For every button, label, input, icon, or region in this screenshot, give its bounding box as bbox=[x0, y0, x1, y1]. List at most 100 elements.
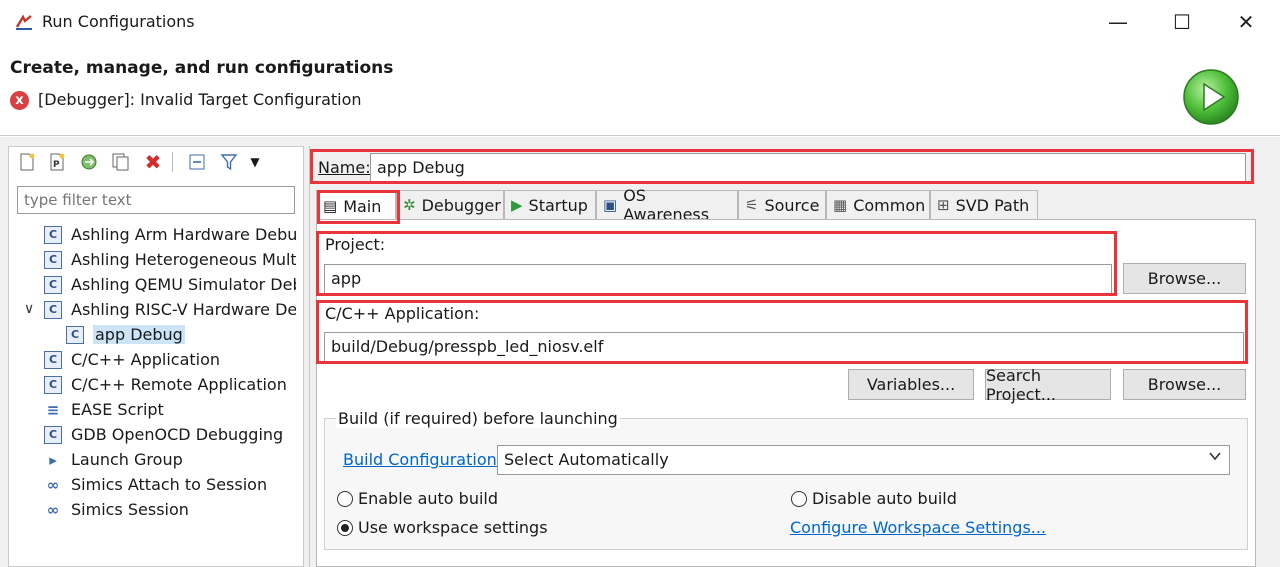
tree-item-gdb-openocd[interactable]: C GDB OpenOCD Debugging bbox=[44, 422, 296, 447]
use-workspace-settings-radio[interactable] bbox=[337, 520, 353, 536]
tree-item-label: Ashling Arm Hardware Debugg bbox=[71, 225, 296, 244]
tab-label: Source bbox=[764, 195, 820, 215]
filter-icon[interactable] bbox=[218, 151, 240, 173]
menu-chevron-icon[interactable]: ▼ bbox=[244, 151, 266, 173]
c-config-icon: C bbox=[44, 225, 62, 244]
delete-icon[interactable]: ✖ bbox=[142, 150, 164, 174]
c-config-icon: C bbox=[44, 275, 62, 294]
main-tab-icon: ▤ bbox=[323, 197, 338, 215]
common-tab-icon: ▦ bbox=[833, 196, 848, 214]
build-configuration-link[interactable]: Build Configuration: bbox=[343, 450, 502, 469]
error-icon: x bbox=[10, 91, 29, 110]
tree-item-cpp-application[interactable]: C C/C++ Application bbox=[44, 347, 296, 372]
tree-item-ashling-riscv[interactable]: C Ashling RISC-V Hardware Debu bbox=[44, 297, 296, 322]
tab-main[interactable]: ▤ Main bbox=[316, 190, 396, 221]
export-icon[interactable] bbox=[78, 151, 100, 173]
tree-item-label: Launch Group bbox=[71, 450, 183, 469]
tab-label: Common bbox=[853, 195, 926, 215]
source-tab-icon: ⚟ bbox=[745, 196, 759, 214]
tab-label: Startup bbox=[528, 195, 588, 215]
new-prototype-icon[interactable]: P bbox=[46, 151, 68, 173]
configure-workspace-settings-link[interactable]: Configure Workspace Settings... bbox=[790, 518, 1046, 537]
tree-item-simics-attach[interactable]: ∞ Simics Attach to Session bbox=[44, 472, 296, 497]
startup-tab-icon: ▶ bbox=[511, 196, 523, 214]
tab-label: Main bbox=[343, 196, 382, 216]
maximize-button[interactable]: ☐ bbox=[1162, 6, 1202, 38]
c-config-icon: C bbox=[66, 325, 84, 344]
cpp-application-input[interactable]: build/Debug/presspb_led_niosv.elf bbox=[324, 332, 1244, 362]
name-label: Name: bbox=[318, 158, 371, 177]
tab-os-awareness[interactable]: ▣ OS Awareness bbox=[596, 186, 738, 224]
tree-item-label: app Debug bbox=[93, 325, 185, 344]
tree-item-label: C/C++ Application bbox=[71, 350, 221, 369]
os-awareness-tab-icon: ▣ bbox=[603, 196, 618, 214]
duplicate-icon[interactable] bbox=[110, 151, 132, 173]
tab-startup[interactable]: ▶ Startup bbox=[504, 190, 596, 219]
tab-source[interactable]: ⚟ Source bbox=[738, 190, 826, 219]
svg-text:P: P bbox=[53, 160, 60, 170]
filter-input[interactable] bbox=[17, 186, 295, 214]
tab-label: SVD Path bbox=[955, 195, 1030, 215]
search-project-button[interactable]: Search Project... bbox=[985, 366, 1111, 404]
tree-item-label: GDB OpenOCD Debugging bbox=[71, 425, 284, 444]
tab-label: Debugger bbox=[421, 195, 501, 215]
tab-debugger[interactable]: ✲ Debugger bbox=[396, 190, 504, 219]
enable-auto-build-label: Enable auto build bbox=[358, 489, 499, 508]
variables-button[interactable]: Variables... bbox=[848, 369, 974, 400]
project-input[interactable]: app bbox=[324, 264, 1112, 294]
tree-item-ashling-heterogeneous[interactable]: C Ashling Heterogeneous Multic bbox=[44, 247, 296, 272]
run-icon bbox=[1182, 68, 1240, 126]
tree-item-label: EASE Script bbox=[71, 400, 164, 419]
eclipse-run-icon bbox=[14, 12, 34, 32]
project-label: Project: bbox=[325, 235, 386, 254]
name-input[interactable]: app Debug bbox=[370, 153, 1246, 183]
window-title: Run Configurations bbox=[42, 12, 195, 31]
config-tree: C Ashling Arm Hardware Debugg C Ashling … bbox=[44, 222, 296, 522]
c-config-icon: C bbox=[44, 375, 62, 394]
collapse-all-icon[interactable] bbox=[186, 151, 208, 173]
debugger-tab-icon: ✲ bbox=[403, 196, 416, 214]
simics-icon: ∞ bbox=[46, 500, 60, 519]
tree-item-label: Ashling RISC-V Hardware Debu bbox=[71, 300, 296, 319]
tree-item-label: Ashling QEMU Simulator Debu bbox=[71, 275, 296, 294]
tree-item-simics-session[interactable]: ∞ Simics Session bbox=[44, 497, 296, 522]
build-group-title: Build (if required) before launching bbox=[336, 409, 620, 428]
app-browse-button[interactable]: Browse... bbox=[1123, 369, 1246, 400]
close-button[interactable]: ✕ bbox=[1226, 6, 1266, 38]
tree-item-ashling-qemu[interactable]: C Ashling QEMU Simulator Debu bbox=[44, 272, 296, 297]
c-config-icon: C bbox=[44, 425, 62, 444]
disable-auto-build-label: Disable auto build bbox=[812, 489, 957, 508]
chevron-down-icon[interactable] bbox=[1208, 449, 1222, 467]
tree-item-app-debug[interactable]: C app Debug bbox=[44, 322, 296, 347]
project-browse-button[interactable]: Browse... bbox=[1123, 263, 1246, 294]
use-workspace-settings-label: Use workspace settings bbox=[358, 518, 548, 537]
tree-item-label: Simics Attach to Session bbox=[71, 475, 268, 494]
cpp-application-label: C/C++ Application: bbox=[325, 304, 480, 323]
minimize-button[interactable]: — bbox=[1098, 6, 1138, 38]
tree-item-ease-script[interactable]: ≡ EASE Script bbox=[44, 397, 296, 422]
tree-item-label: Simics Session bbox=[71, 500, 189, 519]
build-configuration-select[interactable]: Select Automatically bbox=[497, 445, 1230, 475]
header-title: Create, manage, and run configurations bbox=[10, 58, 394, 78]
tab-svd-path[interactable]: ⊞ SVD Path bbox=[930, 190, 1038, 219]
toolbar-separator bbox=[172, 152, 173, 172]
tree-item-cpp-remote[interactable]: C C/C++ Remote Application bbox=[44, 372, 296, 397]
tree-item-label: C/C++ Remote Application bbox=[71, 375, 287, 394]
tree-expand-chevron-icon[interactable]: ∨ bbox=[24, 301, 34, 317]
launch-group-icon: ▸ bbox=[49, 450, 57, 469]
new-config-icon[interactable] bbox=[16, 151, 38, 173]
simics-icon: ∞ bbox=[46, 475, 60, 494]
header-error-message: [Debugger]: Invalid Target Configuration bbox=[38, 90, 362, 109]
disable-auto-build-radio[interactable] bbox=[791, 491, 807, 507]
c-config-icon: C bbox=[44, 350, 62, 369]
c-config-icon: C bbox=[44, 250, 62, 269]
radio-selected-dot bbox=[341, 524, 349, 532]
c-config-icon: C bbox=[44, 300, 62, 319]
title-bar: Run Configurations — ☐ ✕ bbox=[0, 0, 1280, 44]
tree-item-ashling-arm[interactable]: C Ashling Arm Hardware Debugg bbox=[44, 222, 296, 247]
svd-path-tab-icon: ⊞ bbox=[937, 196, 950, 214]
tab-common[interactable]: ▦ Common bbox=[826, 190, 930, 219]
script-icon: ≡ bbox=[46, 400, 60, 419]
enable-auto-build-radio[interactable] bbox=[337, 491, 353, 507]
tree-item-launch-group[interactable]: ▸ Launch Group bbox=[44, 447, 296, 472]
